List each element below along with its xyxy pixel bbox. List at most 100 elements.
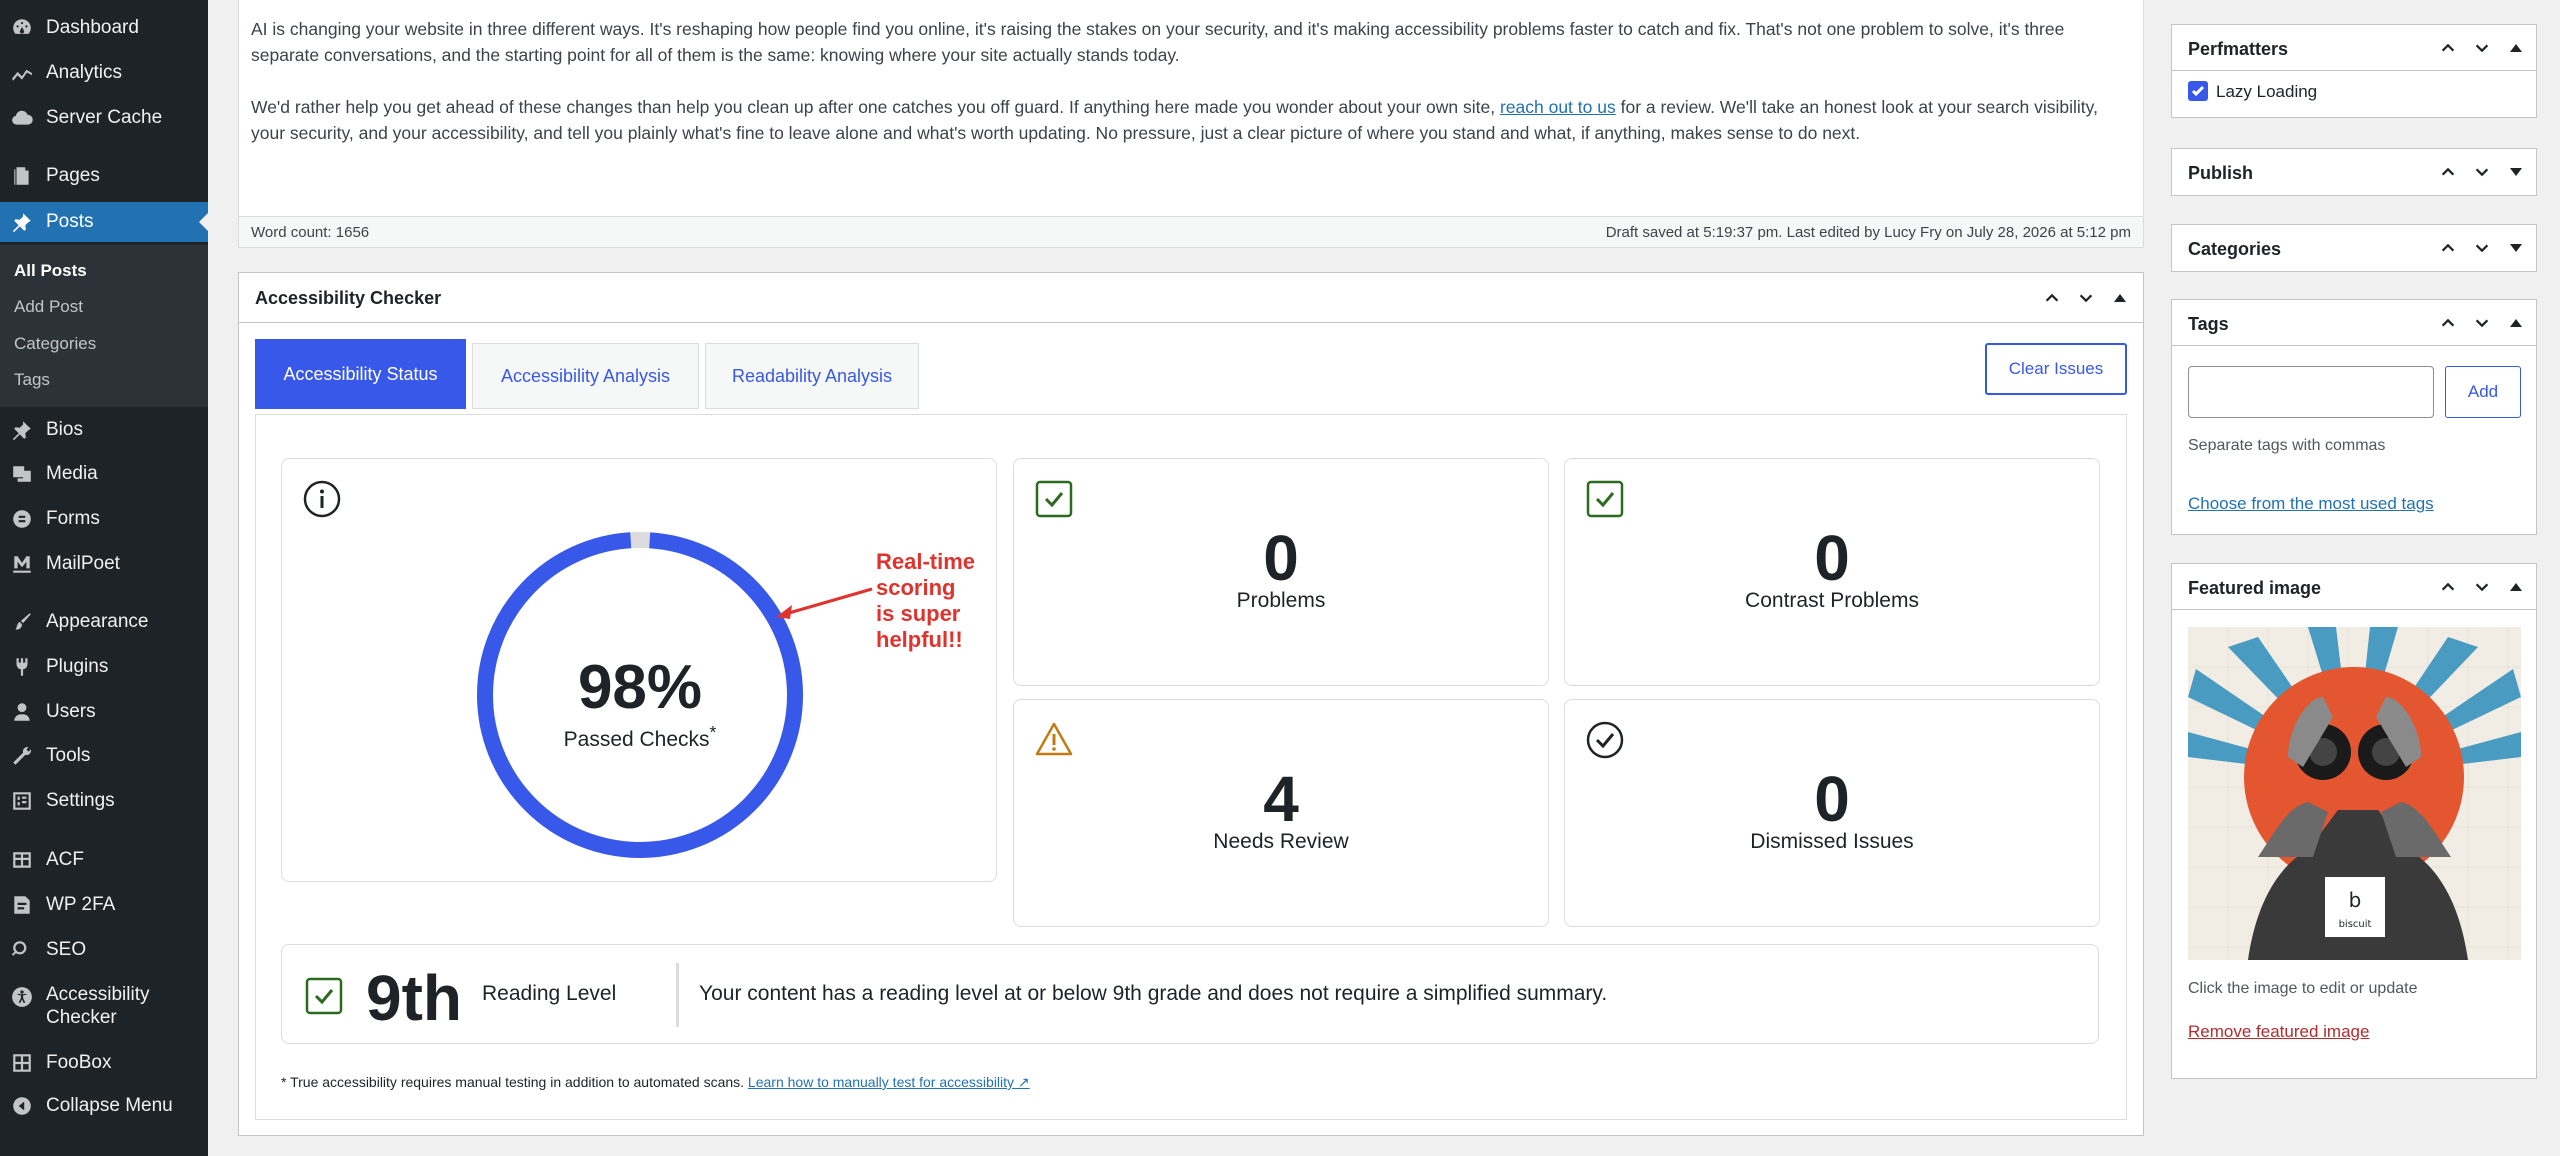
chevron-down-icon — [2475, 319, 2489, 328]
move-down-button[interactable] — [2071, 285, 2101, 311]
menu-label: Forms — [46, 508, 100, 529]
dismissed-count: 0 — [1814, 763, 1850, 835]
score-footnote-marker: * — [709, 722, 717, 742]
move-down-button[interactable] — [2466, 235, 2498, 261]
move-up-button[interactable] — [2432, 235, 2464, 261]
menu-item-foobox[interactable]: FooBox — [0, 1043, 208, 1083]
perfmatters-box: Perfmatters Lazy Loading — [2171, 24, 2537, 118]
postbox-header[interactable]: Categories — [2172, 225, 2536, 271]
problems-count: 0 — [1263, 522, 1299, 594]
manual-testing-link[interactable]: Learn how to manually test for accessibi… — [748, 1074, 1030, 1090]
annotation-text: Real-time scoring is super helpful!! — [876, 549, 976, 652]
most-used-tags-link[interactable]: Choose from the most used tags — [2188, 494, 2434, 514]
submenu-all-posts[interactable]: All Posts — [14, 261, 87, 281]
toggle-panel-button[interactable] — [2500, 310, 2532, 336]
menu-label: Server Cache — [46, 107, 163, 128]
tags-box: Tags Add Separate tags with commas Choos… — [2171, 299, 2537, 535]
chevron-up-icon — [2441, 167, 2455, 176]
menu-item-posts[interactable]: Posts — [0, 202, 208, 242]
check-box-icon — [305, 977, 343, 1015]
menu-item-media[interactable]: Media — [0, 454, 208, 494]
publish-box: Publish — [2171, 148, 2537, 196]
postbox-header[interactable]: Publish — [2172, 149, 2536, 195]
problems-label: Problems — [1236, 589, 1326, 612]
menu-label: Appearance — [46, 611, 149, 632]
menu-item-plugins[interactable]: Plugins — [0, 647, 208, 687]
menu-item-acf[interactable]: ACF — [0, 840, 208, 880]
menu-item-accessibility-checker[interactable]: Accessibility Checker — [0, 980, 208, 1034]
score-value: 98% — [577, 653, 703, 722]
submenu-categories[interactable]: Categories — [14, 334, 96, 354]
settings-icon — [10, 789, 34, 813]
menu-item-wp-2fa[interactable]: WP 2FA — [0, 885, 208, 925]
caret-up-icon — [2510, 44, 2522, 52]
menu-item-mailpoet[interactable]: MailPoet — [0, 544, 208, 584]
toggle-panel-button[interactable] — [2500, 235, 2532, 261]
caret-down-icon — [2510, 244, 2522, 252]
toggle-panel-button[interactable] — [2500, 35, 2532, 61]
lazy-loading-checkbox[interactable] — [2188, 81, 2208, 101]
contrast-card: 0 Contrast Problems — [1564, 458, 2100, 686]
featured-image[interactable]: b biscuit — [2188, 627, 2521, 960]
move-down-button[interactable] — [2466, 310, 2498, 336]
menu-item-server-cache[interactable]: Server Cache — [0, 98, 208, 138]
post-content-editor[interactable]: AI is changing your website in three dif… — [238, 0, 2144, 218]
postbox-header: Accessibility Checker — [239, 273, 2143, 323]
postbox-title: Categories — [2188, 239, 2282, 259]
menu-label: Pages — [46, 165, 100, 186]
submenu-tags[interactable]: Tags — [14, 370, 50, 390]
featured-image-box: Featured image b biscuit Click the image… — [2171, 563, 2537, 1079]
move-down-button[interactable] — [2466, 574, 2498, 600]
divider — [676, 963, 679, 1027]
toggle-panel-button[interactable] — [2500, 159, 2532, 185]
menu-label: Settings — [46, 790, 115, 811]
biscuit-logo-text: biscuit — [2339, 919, 2372, 930]
menu-item-appearance[interactable]: Appearance — [0, 602, 208, 642]
postbox-header: Tags — [2172, 300, 2536, 346]
clear-issues-button[interactable]: Clear Issues — [1985, 343, 2127, 395]
menu-label: Analytics — [46, 62, 123, 83]
menu-item-tools[interactable]: Tools — [0, 736, 208, 776]
featured-image-help: Click the image to edit or update — [2188, 980, 2418, 997]
plugin-icon — [10, 655, 34, 679]
check-box-icon — [1035, 480, 1073, 518]
menu-item-bios[interactable]: Bios — [0, 410, 208, 450]
add-tag-button[interactable]: Add — [2445, 366, 2521, 418]
content-paragraph-2[interactable]: We'd rather help you get ahead of these … — [251, 94, 2131, 146]
draft-status: Draft saved at 5:19:37 pm. Last edited b… — [1605, 224, 2131, 241]
pin-icon — [10, 210, 34, 234]
menu-item-seo[interactable]: SEO — [0, 930, 208, 970]
tab-accessibility-analysis[interactable]: Accessibility Analysis — [472, 343, 699, 409]
collapse-menu-button[interactable]: Collapse Menu — [0, 1086, 208, 1126]
move-up-button[interactable] — [2432, 310, 2464, 336]
tab-readability-analysis[interactable]: Readability Analysis — [705, 343, 919, 409]
content-paragraph-1[interactable]: AI is changing your website in three dif… — [251, 16, 2131, 68]
caret-down-icon — [2510, 168, 2522, 176]
remove-featured-image-link[interactable]: Remove featured image — [2188, 1022, 2369, 1042]
move-up-button[interactable] — [2432, 574, 2464, 600]
move-up-button[interactable] — [2432, 159, 2464, 185]
reach-out-link[interactable]: reach out to us — [1500, 97, 1616, 117]
tab-accessibility-status[interactable]: Accessibility Status — [255, 339, 466, 409]
postbox-title: Publish — [2188, 163, 2254, 183]
check-circle-icon — [1586, 721, 1624, 759]
tag-help-text: Separate tags with commas — [2188, 437, 2386, 454]
move-up-button[interactable] — [2037, 285, 2067, 311]
lazy-loading-label[interactable]: Lazy Loading — [2216, 82, 2317, 102]
toggle-panel-button[interactable] — [2105, 285, 2135, 311]
menu-item-analytics[interactable]: Analytics — [0, 53, 208, 93]
toggle-panel-button[interactable] — [2500, 574, 2532, 600]
word-count: Word count: 1656 — [251, 224, 370, 241]
menu-item-dashboard[interactable]: Dashboard — [0, 8, 208, 48]
featured-image-illustration: b biscuit — [2188, 627, 2521, 960]
move-down-button[interactable] — [2466, 159, 2498, 185]
menu-item-pages[interactable]: Pages — [0, 156, 208, 196]
move-up-button[interactable] — [2432, 35, 2464, 61]
menu-item-forms[interactable]: Forms — [0, 499, 208, 539]
menu-item-settings[interactable]: Settings — [0, 781, 208, 821]
tag-input[interactable] — [2188, 366, 2434, 418]
menu-item-users[interactable]: Users — [0, 692, 208, 732]
menu-label: Media — [46, 463, 98, 484]
move-down-button[interactable] — [2466, 35, 2498, 61]
submenu-add-post[interactable]: Add Post — [14, 297, 83, 317]
